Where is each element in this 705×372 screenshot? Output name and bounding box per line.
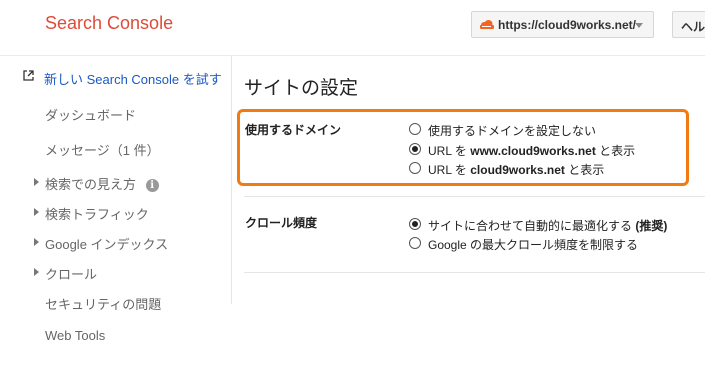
sidebar-item-google-index[interactable]: Google インデックス xyxy=(34,234,169,253)
sidebar-item-label: 検索での見え方 xyxy=(45,177,137,192)
expand-arrow-icon xyxy=(34,268,39,276)
sidebar-divider xyxy=(231,56,232,304)
sidebar-item-label: Google インデックス xyxy=(45,237,169,252)
sidebar-item-crawl[interactable]: クロール xyxy=(34,264,98,283)
sidebar-item-label: 新しい Search Console を試す xyxy=(44,72,222,87)
sidebar-item-dashboard[interactable]: ダッシュボード xyxy=(45,105,136,124)
sidebar: 新しい Search Console を試す ダッシュボード メッセージ（1 件… xyxy=(0,56,232,372)
sidebar-item-label: 検索トラフィック xyxy=(45,207,149,222)
expand-arrow-icon xyxy=(34,238,39,246)
sidebar-item-new-search-console[interactable]: 新しい Search Console を試す xyxy=(23,69,222,88)
external-link-icon xyxy=(23,70,34,81)
radio-button-selected[interactable] xyxy=(409,218,421,230)
sidebar-item-label: Web Tools xyxy=(45,328,106,343)
option-label: URL を www.cloud9works.net と表示 xyxy=(428,144,636,158)
site-url: https://cloud9works.net/ xyxy=(498,18,637,32)
sidebar-item-messages[interactable]: メッセージ（1 件） xyxy=(45,140,160,159)
site-selector[interactable]: https://cloud9works.net/ xyxy=(471,11,654,38)
page-title: サイトの設定 xyxy=(244,78,359,99)
sidebar-item-security-issues[interactable]: セキュリティの問題 xyxy=(45,294,161,313)
sidebar-item-label: セキュリティの問題 xyxy=(45,297,162,312)
chevron-down-icon xyxy=(635,23,643,28)
sidebar-item-web-tools[interactable]: Web Tools xyxy=(45,328,105,343)
info-icon[interactable]: i xyxy=(145,179,159,192)
radio-button[interactable] xyxy=(409,162,421,174)
expand-arrow-icon xyxy=(34,178,39,186)
radio-button-selected[interactable] xyxy=(409,143,421,155)
option-label: Google の最大クロール頻度を制限する xyxy=(428,238,639,252)
expand-arrow-icon xyxy=(34,208,39,216)
option-label: URL を cloud9works.net と表示 xyxy=(428,163,605,177)
sidebar-item-search-traffic[interactable]: 検索トラフィック xyxy=(34,204,149,223)
sidebar-item-label: ダッシュボード xyxy=(45,108,137,123)
sidebar-item-label: クロール xyxy=(45,267,98,282)
preferred-domain-label: 使用するドメイン xyxy=(245,123,342,137)
sidebar-item-label: メッセージ（1 件） xyxy=(45,143,160,158)
search-console-logo[interactable]: Search Console xyxy=(45,13,173,34)
cloud-icon xyxy=(480,20,494,29)
help-button[interactable]: ヘルプ xyxy=(672,11,705,38)
section-divider xyxy=(244,196,705,197)
sidebar-item-search-appearance[interactable]: 検索での見え方 i xyxy=(34,174,159,193)
crawl-rate-label: クロール頻度 xyxy=(245,216,318,230)
option-label: サイトに合わせて自動的に最適化する (推奨) xyxy=(428,219,668,233)
radio-button[interactable] xyxy=(409,237,421,249)
radio-button[interactable] xyxy=(409,123,421,135)
section-divider xyxy=(244,272,705,273)
option-label: 使用するドメインを設定しない xyxy=(428,124,597,138)
header: Search Console https://cloud9works.net/ … xyxy=(0,0,705,55)
